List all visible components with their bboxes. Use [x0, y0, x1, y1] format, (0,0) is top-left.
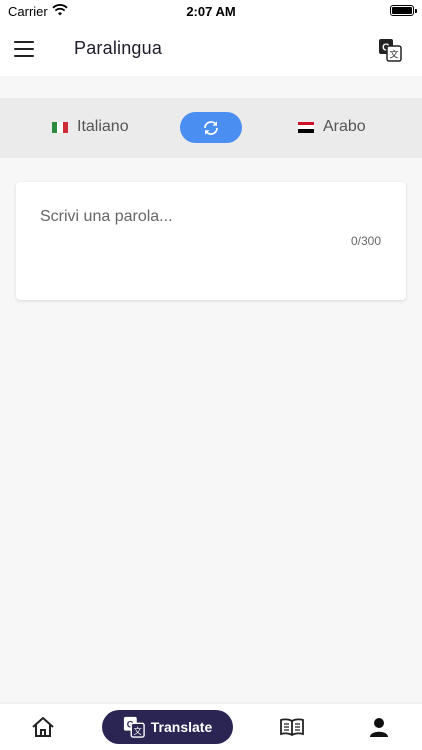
target-language-selector[interactable]: Arabo	[298, 118, 366, 136]
egypt-flag-icon	[298, 121, 314, 133]
menu-icon[interactable]	[14, 41, 34, 57]
home-icon	[32, 717, 54, 737]
nav-home[interactable]	[26, 704, 60, 750]
source-language-label: Italiano	[77, 118, 129, 135]
input-card: 0/300	[16, 182, 406, 300]
language-bar: Italiano Arabo	[0, 98, 422, 158]
bottom-navigation: G 文 Translate	[0, 704, 422, 750]
nav-translate[interactable]: G 文 Translate	[102, 710, 233, 744]
translate-icon: G 文	[123, 716, 145, 738]
target-language-label: Arabo	[323, 118, 366, 135]
svg-text:文: 文	[389, 49, 398, 61]
swap-icon	[204, 120, 218, 135]
source-language-selector[interactable]: Italiano	[52, 118, 129, 136]
battery-icon	[390, 5, 417, 16]
book-icon	[280, 718, 304, 737]
svg-text:文: 文	[133, 726, 141, 736]
italy-flag-icon	[52, 121, 68, 133]
nav-profile[interactable]	[366, 704, 392, 750]
nav-dictionary[interactable]	[276, 704, 308, 750]
page-title: Paralingua	[74, 38, 163, 58]
word-input[interactable]	[40, 202, 380, 232]
character-counter: 0/300	[350, 234, 381, 248]
nav-translate-label: Translate	[150, 719, 213, 735]
clock: 2:07 AM	[186, 4, 236, 19]
swap-languages-button[interactable]	[180, 112, 242, 143]
user-icon	[370, 718, 388, 737]
status-bar: Carrier 2:07 AM	[0, 0, 422, 24]
translate-icon[interactable]: G 文	[378, 38, 402, 62]
app-header: Paralingua G 文	[0, 24, 422, 76]
